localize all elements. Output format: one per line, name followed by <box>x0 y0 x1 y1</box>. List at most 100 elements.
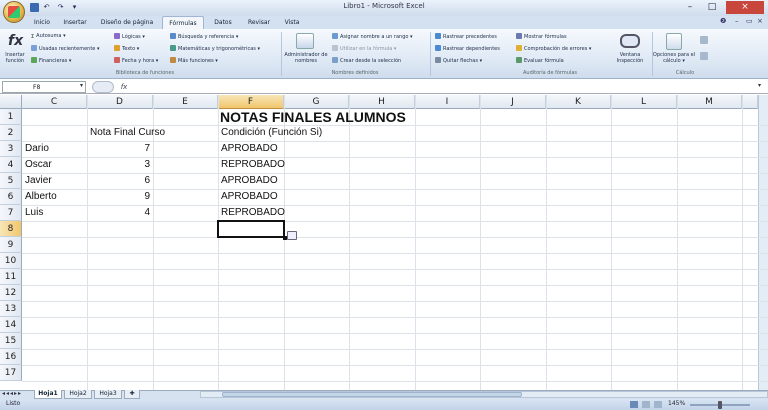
watch-window-icon[interactable] <box>620 34 640 48</box>
active-cell-f8[interactable] <box>217 220 285 238</box>
cell-d4-grade[interactable]: 3 <box>87 157 153 173</box>
trace-precedents-button[interactable]: Rastrear precedentes <box>435 33 497 41</box>
evaluate-formula-button[interactable]: Evaluar fórmula <box>516 57 564 65</box>
workbook-close-icon[interactable]: × <box>757 17 763 25</box>
cell-f6-status[interactable]: APROBADO <box>218 189 281 205</box>
trace-dependents-button[interactable]: Rastrear dependientes <box>435 45 500 53</box>
cell-d2-header[interactable]: Nota Final Curso <box>87 125 168 141</box>
name-box-dropdown-icon[interactable]: ▾ <box>80 82 83 89</box>
tab-revisar[interactable]: Revisar <box>242 16 276 29</box>
row-header-2[interactable]: 2 <box>0 125 22 141</box>
row-header-15[interactable]: 15 <box>0 333 22 349</box>
tab-inicio[interactable]: Inicio <box>28 16 56 29</box>
cell-d3-grade[interactable]: 7 <box>87 141 153 157</box>
cell-f3-status[interactable]: APROBADO <box>218 141 281 157</box>
horizontal-scroll-thumb[interactable] <box>222 392 522 397</box>
calc-options-icon[interactable] <box>666 33 682 50</box>
workbook-restore-icon[interactable]: ▭ <box>746 17 753 25</box>
column-header-e[interactable]: E <box>153 95 218 109</box>
row-header-6[interactable]: 6 <box>0 189 22 205</box>
cell-f7-status[interactable]: REPROBADO <box>218 205 288 221</box>
sheet-tab-hoja1[interactable]: Hoja1 <box>34 390 62 399</box>
define-name-button[interactable]: Asignar nombre a un rango ▾ <box>332 33 413 41</box>
column-header-g[interactable]: G <box>284 95 349 109</box>
vertical-scrollbar[interactable] <box>758 95 768 390</box>
row-header-3[interactable]: 3 <box>0 141 22 157</box>
cell-d5-grade[interactable]: 6 <box>87 173 153 189</box>
name-manager-button[interactable]: Administrador de nombres <box>284 52 328 64</box>
cell-c6-name[interactable]: Alberto <box>22 189 60 205</box>
cell-c4-name[interactable]: Oscar <box>22 157 55 173</box>
formula-input[interactable] <box>138 81 760 93</box>
sheet-tab-hoja2[interactable]: Hoja2 <box>64 390 92 399</box>
column-header-h[interactable]: H <box>349 95 415 109</box>
zoom-level[interactable]: 145% <box>668 400 685 407</box>
insert-function-icon[interactable]: fx <box>8 33 23 49</box>
row-header-9[interactable]: 9 <box>0 237 22 253</box>
show-formulas-button[interactable]: Mostrar fórmulas <box>516 33 567 41</box>
cell-f5-status[interactable]: APROBADO <box>218 173 281 189</box>
formula-bar-splitter[interactable] <box>92 81 114 93</box>
maximize-button[interactable]: □ <box>702 1 722 14</box>
tab-insertar[interactable]: Insertar <box>58 16 92 29</box>
page-layout-view-icon[interactable] <box>642 401 650 408</box>
column-header-c[interactable]: C <box>22 95 87 109</box>
column-header-f[interactable]: F <box>218 95 284 109</box>
cell-f1-title[interactable]: NOTAS FINALES ALUMNOS <box>218 109 409 125</box>
datetime-button[interactable]: Fecha y hora ▾ <box>114 57 158 65</box>
help-icon[interactable]: ❷ <box>720 17 726 25</box>
insert-function-button[interactable]: Insertar función <box>3 52 27 64</box>
more-functions-button[interactable]: Más funciones ▾ <box>170 57 218 65</box>
calc-options-button[interactable]: Opciones para el cálculo ▾ <box>652 52 696 64</box>
cell-d6-grade[interactable]: 9 <box>87 189 153 205</box>
redo-icon[interactable]: ↷ <box>56 3 65 12</box>
lookup-button[interactable]: Búsqueda y referencia ▾ <box>170 33 238 41</box>
column-header-k[interactable]: K <box>546 95 611 109</box>
text-button[interactable]: Texto ▾ <box>114 45 139 53</box>
office-button[interactable] <box>3 1 25 23</box>
calculate-sheet-icon[interactable] <box>700 52 708 60</box>
close-button[interactable]: × <box>726 1 764 14</box>
workbook-minimize-icon[interactable]: – <box>735 17 739 25</box>
row-header-12[interactable]: 12 <box>0 285 22 301</box>
insert-sheet-icon[interactable]: ✚ <box>124 390 140 399</box>
cell-f2-header[interactable]: Condición (Función Si) <box>218 125 325 141</box>
tab-datos[interactable]: Datos <box>208 16 238 29</box>
cell-c3-name[interactable]: Dario <box>22 141 52 157</box>
sheet-nav-arrows-icon[interactable]: ◂◂◂▸▸ <box>2 390 22 398</box>
tab-vista[interactable]: Vista <box>280 16 304 29</box>
customize-qat-icon[interactable]: ▾ <box>70 3 79 12</box>
tab-formulas[interactable]: Fórmulas <box>162 16 204 29</box>
column-header-l[interactable]: L <box>611 95 677 109</box>
row-header-14[interactable]: 14 <box>0 317 22 333</box>
create-from-selection-button[interactable]: Crear desde la selección <box>332 57 401 65</box>
tab-diseno[interactable]: Diseño de página <box>96 16 158 29</box>
calculate-now-icon[interactable] <box>700 36 708 44</box>
column-header-d[interactable]: D <box>87 95 153 109</box>
name-manager-icon[interactable] <box>296 33 314 49</box>
select-all-button[interactable] <box>0 95 22 109</box>
use-in-formula-button[interactable]: Utilizar en la fórmula ▾ <box>332 45 396 53</box>
watch-window-button[interactable]: Ventana Inspección <box>610 52 650 64</box>
error-checking-button[interactable]: Comprobación de errores ▾ <box>516 45 591 53</box>
sheet-tab-hoja3[interactable]: Hoja3 <box>94 390 122 399</box>
expand-formula-bar-icon[interactable]: ▾ <box>758 82 761 89</box>
logical-button[interactable]: Lógicas ▾ <box>114 33 145 41</box>
row-header-8[interactable]: 8 <box>0 221 22 237</box>
zoom-slider-handle[interactable] <box>718 401 722 409</box>
cell-d7-grade[interactable]: 4 <box>87 205 153 221</box>
remove-arrows-button[interactable]: Quitar flechas ▾ <box>435 57 482 65</box>
cell-f4-status[interactable]: REPROBADO <box>218 157 288 173</box>
column-header-partial[interactable] <box>742 95 758 109</box>
cell-c7-name[interactable]: Luis <box>22 205 46 221</box>
save-icon[interactable] <box>30 3 39 12</box>
recent-functions-button[interactable]: Usadas recientemente ▾ <box>31 45 99 53</box>
normal-view-icon[interactable] <box>630 401 638 408</box>
row-header-5[interactable]: 5 <box>0 173 22 189</box>
row-header-16[interactable]: 16 <box>0 349 22 365</box>
cell-c5-name[interactable]: Javier <box>22 173 55 189</box>
minimize-button[interactable]: – <box>680 1 700 14</box>
financial-button[interactable]: Financieras ▾ <box>31 57 71 65</box>
row-header-4[interactable]: 4 <box>0 157 22 173</box>
name-box[interactable]: F8 <box>2 81 86 93</box>
